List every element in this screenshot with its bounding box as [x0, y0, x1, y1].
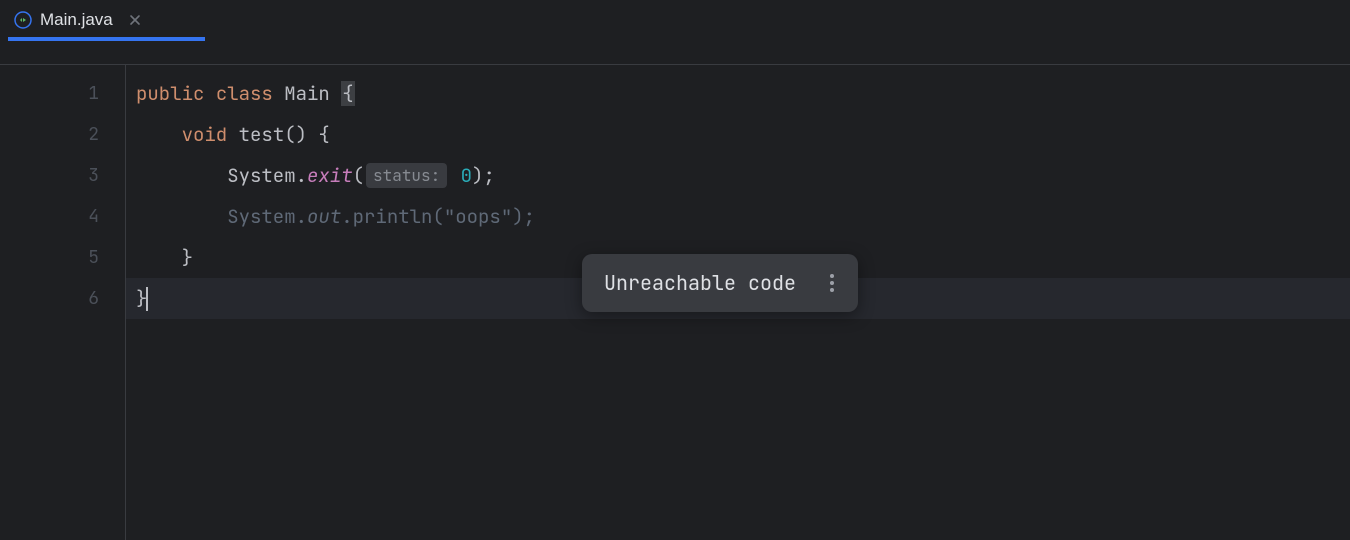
code-line-3[interactable]: System.exit(status: 0); [126, 155, 1350, 196]
code-line-4[interactable]: System.out.println("oops"); [126, 196, 1350, 237]
more-actions-icon[interactable] [824, 270, 840, 296]
inspection-tooltip[interactable]: Unreachable code [582, 254, 858, 312]
line-number[interactable]: 3 [0, 155, 125, 196]
java-class-icon [14, 11, 32, 29]
brace-highlight: { [341, 81, 354, 106]
tooltip-message: Unreachable code [604, 270, 796, 296]
line-number[interactable]: 6 [0, 278, 125, 319]
line-number[interactable]: 5 [0, 237, 125, 278]
tab-bar: Main.java [0, 0, 1350, 40]
gutter: 1 2 3 4 5 6 [0, 65, 126, 540]
caret [146, 287, 148, 311]
parameter-hint: status: [366, 163, 447, 188]
code-line-2[interactable]: void test() { [126, 114, 1350, 155]
code-area[interactable]: public class Main { void test() { System… [126, 65, 1350, 540]
line-number[interactable]: 2 [0, 114, 125, 155]
close-icon[interactable] [127, 12, 143, 28]
tab-label: Main.java [40, 10, 113, 30]
code-line-1[interactable]: public class Main { [126, 73, 1350, 114]
line-number[interactable]: 1 [0, 73, 125, 114]
editor-area: 1 2 3 4 5 6 public class Main { void tes… [0, 65, 1350, 540]
file-tab-main-java[interactable]: Main.java [0, 0, 157, 40]
line-number[interactable]: 4 [0, 196, 125, 237]
